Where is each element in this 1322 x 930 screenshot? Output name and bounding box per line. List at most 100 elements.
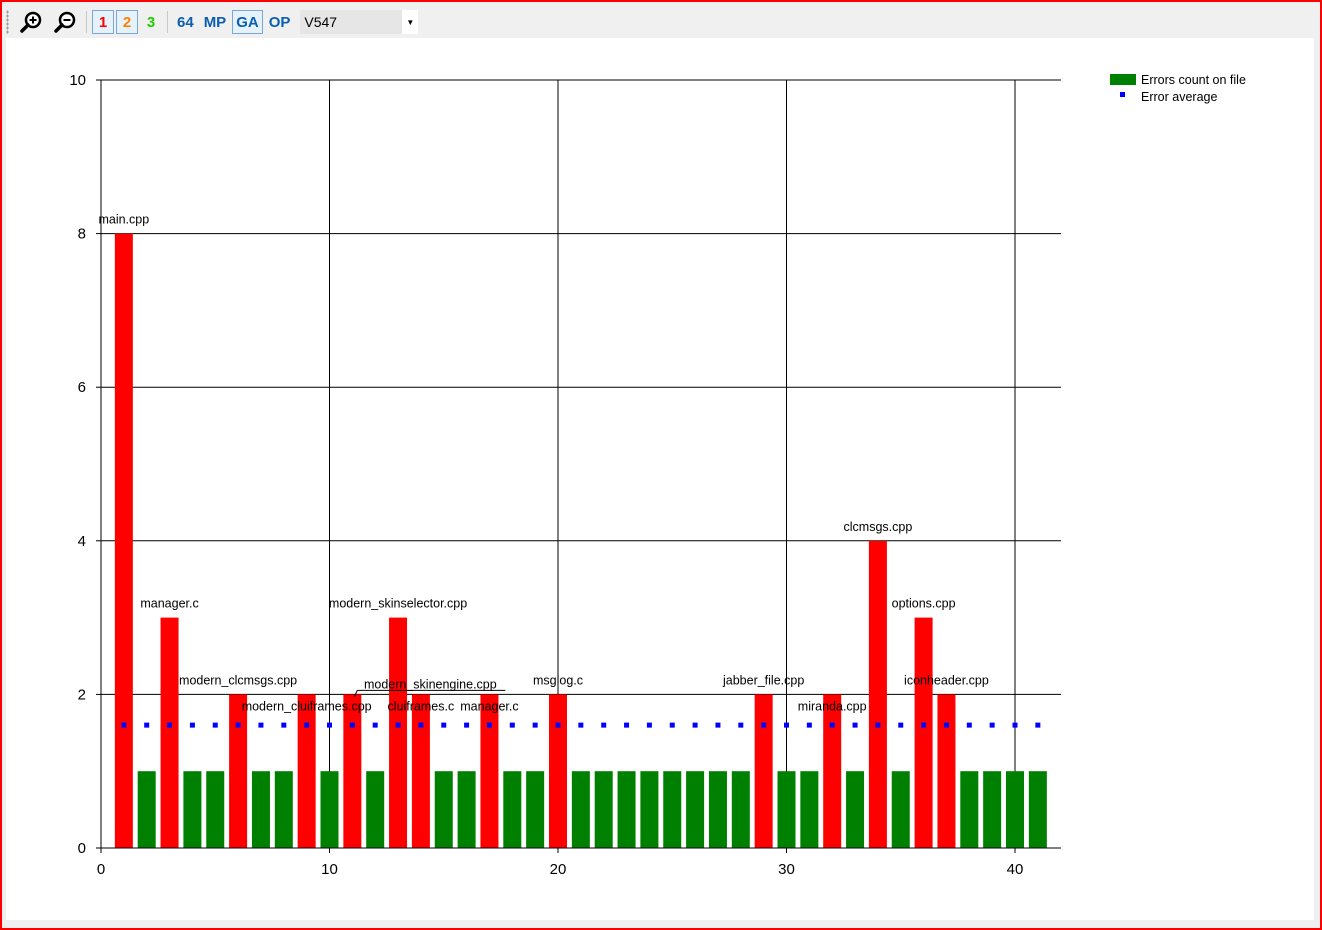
average-point — [212, 722, 218, 728]
legend-label-average: Error average — [1141, 90, 1217, 104]
average-line — [121, 722, 1041, 728]
average-point — [258, 722, 264, 728]
average-point — [806, 722, 812, 728]
average-point — [784, 722, 789, 728]
average-point — [578, 722, 584, 728]
bar — [274, 771, 293, 848]
toolbar-grip[interactable] — [6, 10, 9, 34]
bar-annotation: miranda.cpp — [798, 699, 867, 713]
bar-annotation: modern_skinselector.cpp — [329, 597, 467, 611]
bar — [480, 694, 499, 848]
y-tick-label: 8 — [78, 226, 86, 243]
y-tick-label: 6 — [78, 379, 86, 396]
filter-ga-button[interactable]: GA — [232, 10, 263, 34]
level-3-button[interactable]: 3 — [140, 10, 162, 34]
average-point — [121, 722, 127, 728]
average-point — [486, 722, 492, 728]
average-point — [441, 722, 447, 728]
bar-annotation: clcmsgs.cpp — [844, 520, 913, 534]
bar — [571, 771, 590, 848]
bar — [457, 771, 476, 848]
bar — [434, 771, 453, 848]
bar — [800, 771, 819, 848]
bar — [160, 617, 179, 848]
diagnostic-select[interactable]: V547 ▼ — [300, 10, 419, 34]
window-frame: 1 2 3 64 MP GA OP V547 ▼ 0 2 4 6 8 10 0 10 20 30 4… — [0, 0, 1322, 930]
filter-mp-button[interactable]: MP — [200, 10, 231, 34]
bar-annotation: modern_clcmsgs.cpp — [179, 673, 297, 687]
bar — [411, 694, 430, 848]
average-point — [692, 722, 698, 728]
average-point — [144, 722, 150, 728]
average-point — [304, 722, 310, 728]
bar — [708, 771, 727, 848]
x-tick-label: 40 — [1007, 861, 1024, 878]
average-point — [349, 722, 355, 728]
bar-annotation: manager.c — [140, 597, 198, 611]
toolbar-separator — [86, 11, 87, 33]
chart-panel: 0 2 4 6 8 10 0 10 20 30 40 main.cpp manager.c modern… — [6, 38, 1314, 920]
bar — [229, 694, 248, 848]
y-tick-label: 2 — [78, 686, 86, 703]
x-tick-label: 20 — [550, 861, 567, 878]
filter-64-button[interactable]: 64 — [173, 10, 198, 34]
toolbar-separator — [167, 11, 168, 33]
bar — [960, 771, 979, 848]
average-point — [852, 722, 858, 728]
bar — [1006, 771, 1024, 848]
bar — [937, 694, 956, 848]
level-1-button[interactable]: 1 — [92, 10, 114, 34]
diagnostic-select-value: V547 — [304, 14, 338, 30]
bar — [297, 694, 316, 848]
average-point — [966, 722, 972, 728]
zoom-in-button[interactable] — [15, 10, 47, 34]
average-point — [327, 722, 332, 728]
zoom-out-button[interactable] — [49, 10, 81, 34]
bar-annotation: iconheader.cpp — [904, 673, 989, 687]
bar-chart: 0 2 4 6 8 10 0 10 20 30 40 main.cpp manager.c modern… — [69, 72, 1246, 878]
bar — [137, 771, 156, 848]
bar — [686, 771, 705, 848]
average-point — [624, 722, 630, 728]
average-point — [555, 722, 561, 728]
bar — [1028, 771, 1047, 848]
bar — [114, 233, 133, 849]
bar-annotation: main.cpp — [98, 213, 149, 227]
bar — [320, 771, 339, 848]
average-point — [281, 722, 287, 728]
bar-annotation: jabber_file.cpp — [722, 673, 804, 687]
average-point — [189, 722, 195, 728]
average-point — [235, 722, 241, 728]
bar — [731, 771, 750, 848]
zoom-out-icon — [54, 11, 76, 33]
average-point — [1012, 722, 1018, 728]
average-point — [395, 722, 401, 728]
filter-op-button[interactable]: OP — [265, 10, 295, 34]
bar — [366, 771, 385, 848]
bar — [549, 694, 567, 848]
x-tick-label: 0 — [97, 861, 105, 878]
bar-annotation: options.cpp — [892, 597, 956, 611]
bar — [868, 540, 887, 848]
bar — [640, 771, 659, 848]
chevron-down-icon[interactable]: ▼ — [402, 10, 419, 34]
average-point — [167, 722, 173, 728]
average-point — [372, 722, 378, 728]
legend-swatch-errors — [1110, 74, 1136, 85]
toolbar: 1 2 3 64 MP GA OP V547 ▼ — [6, 6, 1316, 38]
bar — [846, 771, 865, 848]
zoom-in-icon — [20, 11, 42, 33]
average-point — [509, 722, 515, 728]
bar-annotation: msglog.c — [533, 673, 583, 687]
bar — [251, 771, 270, 848]
average-point — [921, 722, 927, 728]
average-point — [601, 722, 607, 728]
level-2-button[interactable]: 2 — [116, 10, 138, 34]
bar — [914, 617, 933, 848]
bar-annotation: modern_skinengine.cpp — [364, 677, 497, 691]
bar — [891, 771, 910, 848]
bar-annotation: manager.c — [460, 699, 518, 713]
bar — [389, 617, 408, 848]
bar — [663, 771, 682, 848]
bar-annotation: cluiframes.c — [388, 699, 455, 713]
